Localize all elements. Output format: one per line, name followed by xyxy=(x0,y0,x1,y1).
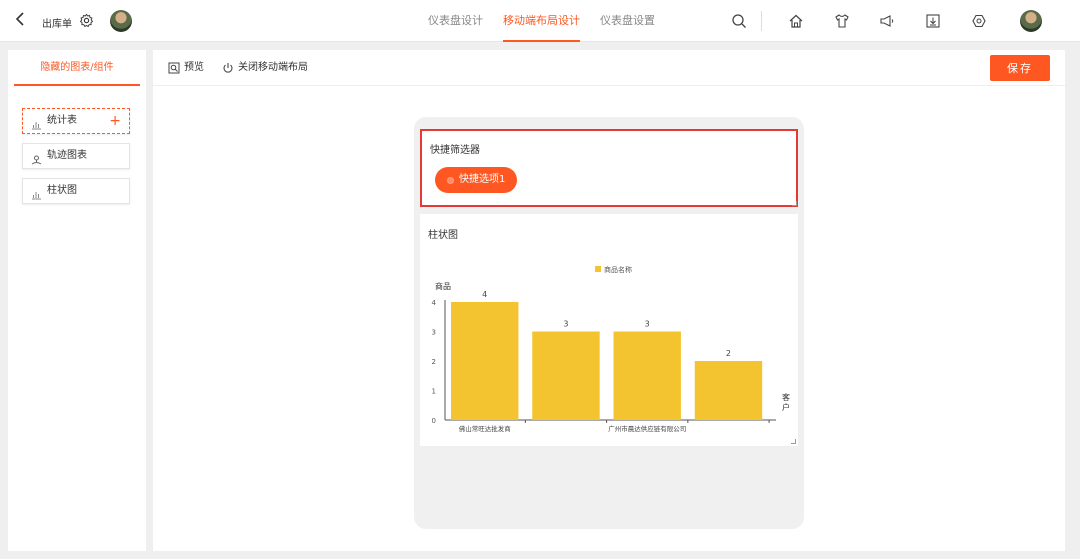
bar-chart: 商品名称商品 0 1 2 3 4 4 佛山常旺达批发商 3 3 广州市晨达供应链有限公司 2 客户 xyxy=(432,265,790,433)
x-axis-label: 户 xyxy=(782,402,790,412)
y-tick-label: 1 xyxy=(432,388,436,396)
hidden-components-panel: 隐藏的图表/组件 统计表 + 轨迹图表 柱状图 xyxy=(8,50,146,551)
tab-dashboard-design[interactable]: 仪表盘设计 xyxy=(420,0,491,42)
y-axis-label: 商品 xyxy=(435,281,451,291)
bar xyxy=(613,331,681,420)
divider xyxy=(761,11,762,31)
component-item-stat-table[interactable]: 统计表 + xyxy=(22,108,130,134)
component-item-trajectory-chart[interactable]: 轨迹图表 xyxy=(22,143,130,169)
gear-icon[interactable] xyxy=(79,13,94,28)
close-mobile-layout-label: 关闭移动端布局 xyxy=(238,62,308,73)
layout-editor: 预览 关闭移动端布局 保存 快捷筛选器 快捷选项1 柱状图 商品名称 商品 0 1 2 3… xyxy=(153,50,1065,551)
y-tick-label: 0 xyxy=(432,417,436,425)
data-label: 2 xyxy=(726,349,731,358)
y-tick-label: 4 xyxy=(432,299,437,307)
component-item-bar-chart[interactable]: 柱状图 xyxy=(22,178,130,204)
component-item-label: 轨迹图表 xyxy=(47,150,87,161)
option-dot-icon xyxy=(447,177,454,184)
card-title: 快捷筛选器 xyxy=(430,145,480,156)
top-bar: 出库单 仪表盘设计 移动端布局设计 仪表盘设置 xyxy=(0,0,1080,42)
legend-label: 商品名称 xyxy=(604,265,632,274)
add-icon[interactable]: + xyxy=(109,109,121,133)
x-tick-label: 佛山常旺达批发商 xyxy=(459,424,512,433)
download-icon[interactable] xyxy=(925,13,941,29)
toolbar: 预览 关闭移动端布局 保存 xyxy=(153,50,1065,86)
close-mobile-layout-button[interactable]: 关闭移动端布局 xyxy=(222,61,308,75)
nav-tabs: 仪表盘设计 移动端布局设计 仪表盘设置 xyxy=(420,0,667,42)
x-axis-label: 客 xyxy=(782,392,790,402)
quick-filter-card[interactable]: 快捷筛选器 快捷选项1 xyxy=(420,129,798,207)
tab-mobile-layout-design[interactable]: 移动端布局设计 xyxy=(495,0,588,42)
search-icon[interactable] xyxy=(731,13,747,29)
app-title: 出库单 xyxy=(42,19,72,30)
tab-dashboard-settings[interactable]: 仪表盘设置 xyxy=(592,0,663,42)
power-icon xyxy=(223,63,233,73)
tab-hidden-charts[interactable]: 隐藏的图表/组件 xyxy=(14,56,140,86)
data-label: 4 xyxy=(482,290,487,299)
bar xyxy=(694,361,763,420)
bar-chart-icon xyxy=(31,116,42,130)
quick-option-label: 快捷选项1 xyxy=(459,174,506,185)
component-item-label: 统计表 xyxy=(47,115,77,126)
component-item-label: 柱状图 xyxy=(47,185,77,196)
y-tick-label: 3 xyxy=(432,329,436,337)
data-label: 3 xyxy=(645,320,650,329)
data-label: 3 xyxy=(563,320,568,329)
trajectory-icon xyxy=(31,151,42,165)
megaphone-icon[interactable] xyxy=(879,13,895,29)
avatar[interactable] xyxy=(110,10,132,32)
back-arrow-icon[interactable] xyxy=(14,11,30,29)
home-icon[interactable] xyxy=(788,13,804,29)
save-button[interactable]: 保存 xyxy=(990,55,1050,81)
x-tick-label: 广州市晨达供应链有限公司 xyxy=(608,424,686,433)
quick-option-button[interactable]: 快捷选项1 xyxy=(435,167,518,193)
preview-button[interactable]: 预览 xyxy=(168,61,204,75)
preview-icon xyxy=(168,62,180,74)
bar xyxy=(451,302,519,420)
shirt-icon[interactable] xyxy=(834,13,850,29)
preview-label: 预览 xyxy=(184,62,204,73)
mobile-canvas: 快捷筛选器 快捷选项1 柱状图 商品名称 商品 0 1 2 3 4 4 佛山常旺达批发商 3 3 广州… xyxy=(414,117,804,529)
bar-chart-card[interactable]: 柱状图 商品名称 商品 0 1 2 3 4 4 佛山常旺达批发商 3 3 广州市晨达供应链有限公司 2 客… xyxy=(420,214,798,446)
bar-chart-icon xyxy=(31,186,42,200)
settings-hex-icon[interactable] xyxy=(971,13,987,29)
legend-swatch xyxy=(595,266,601,272)
resize-handle[interactable] xyxy=(791,439,796,444)
resize-handle[interactable] xyxy=(792,201,797,206)
y-tick-label: 2 xyxy=(432,358,436,366)
user-avatar[interactable] xyxy=(1020,10,1042,32)
bar xyxy=(532,331,600,420)
